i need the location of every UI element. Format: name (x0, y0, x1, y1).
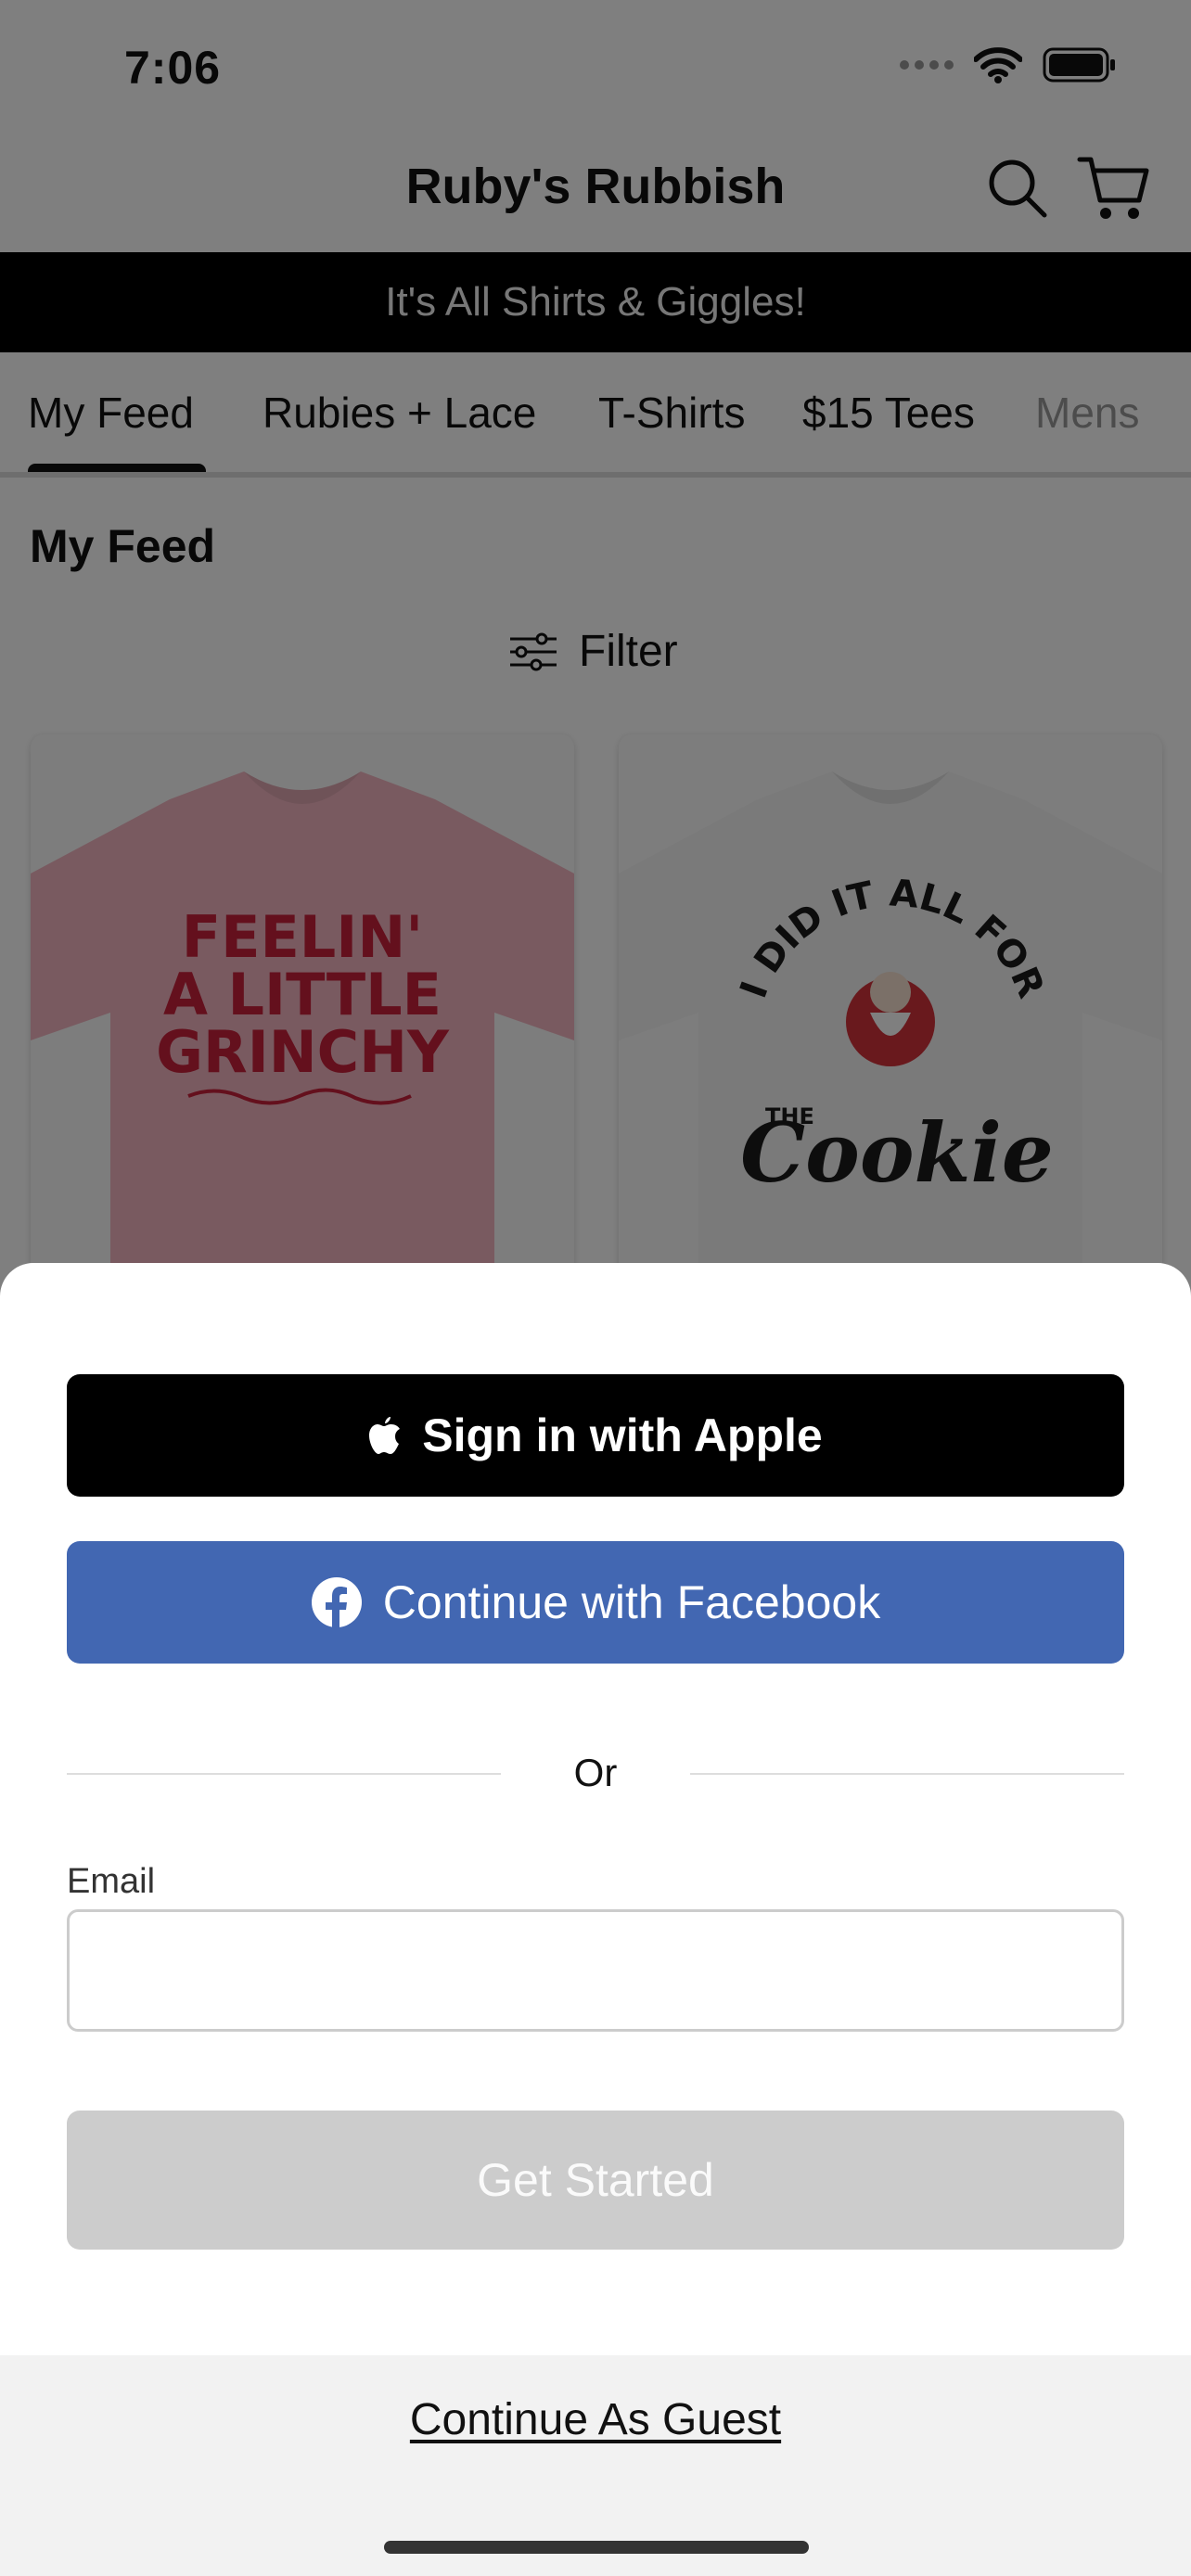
divider-line-right (690, 1773, 1124, 1775)
sign-in-with-apple-button[interactable]: Sign in with Apple (67, 1374, 1124, 1497)
continue-with-facebook-button[interactable]: Continue with Facebook (67, 1541, 1124, 1664)
sign-in-sheet: Sign in with Apple Continue with Faceboo… (0, 1263, 1191, 2576)
facebook-logo-icon (311, 1577, 362, 1628)
or-divider: Or (67, 1745, 1124, 1801)
continue-as-guest-link[interactable]: Continue As Guest (0, 2394, 1191, 2445)
home-indicator[interactable] (384, 2541, 809, 2554)
email-field[interactable] (67, 1909, 1124, 2032)
facebook-button-label: Continue with Facebook (382, 1576, 881, 1628)
get-started-button[interactable]: Get Started (67, 2111, 1124, 2250)
apple-button-label: Sign in with Apple (422, 1409, 823, 1461)
app-screen: 7:06 Ruby's Rubbish (0, 0, 1191, 2576)
apple-logo-icon (369, 1417, 401, 1454)
get-started-label: Get Started (477, 2154, 714, 2206)
email-label: Email (67, 1862, 156, 1901)
